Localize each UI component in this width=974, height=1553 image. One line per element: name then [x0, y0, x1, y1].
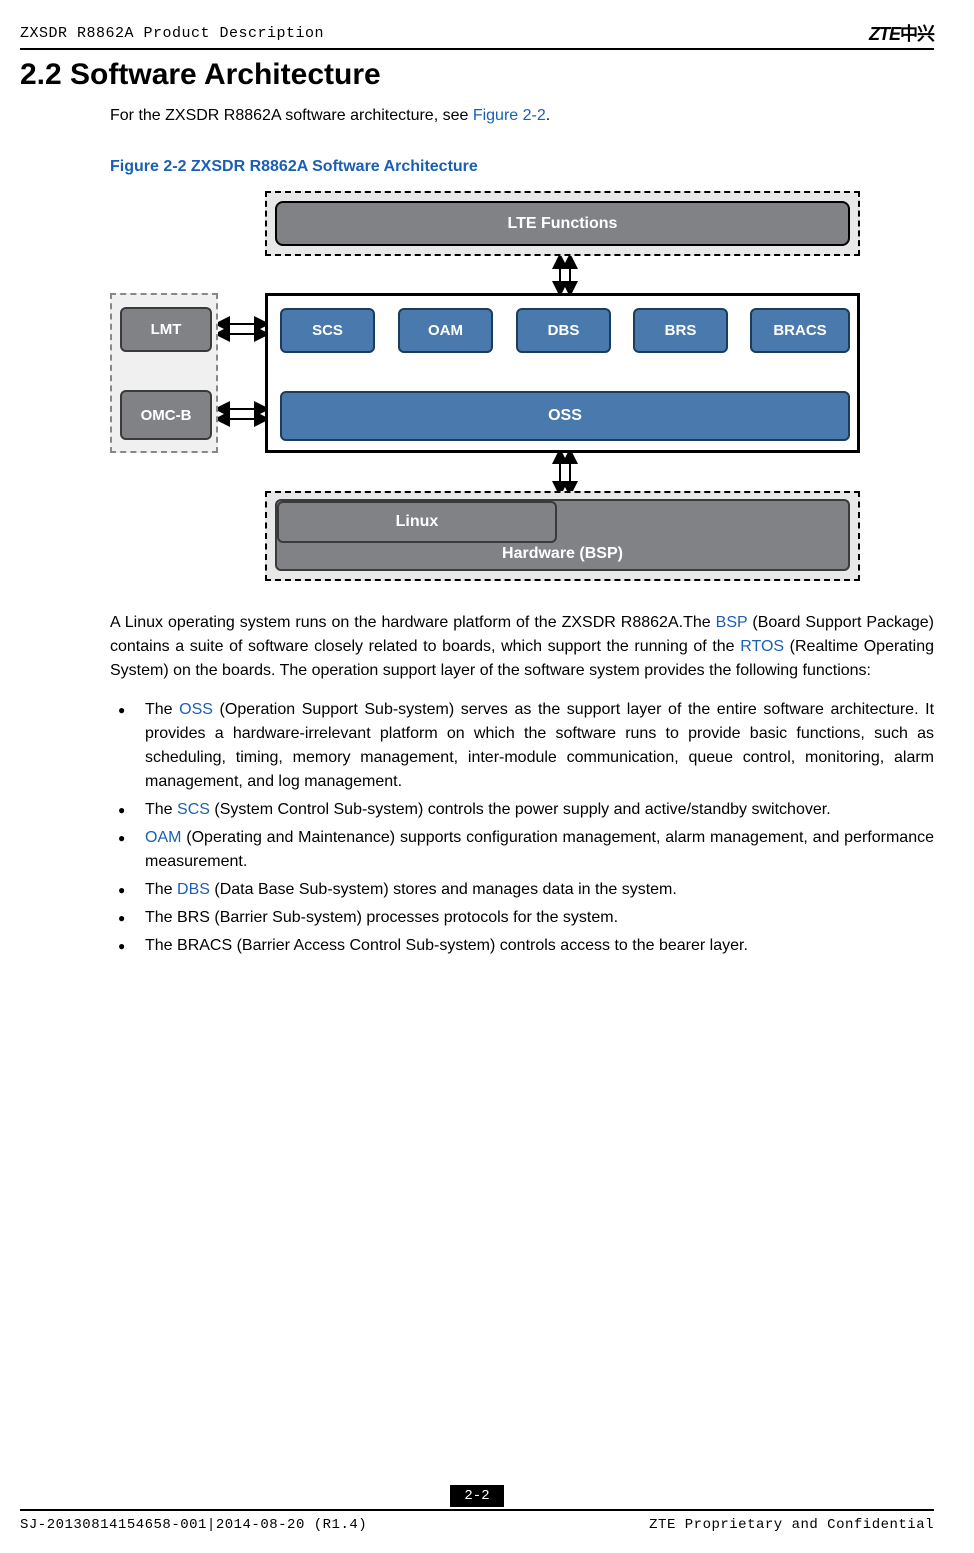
- oss-link[interactable]: OSS: [179, 701, 213, 718]
- omcb-box: OMC-B: [120, 390, 212, 440]
- figure-ref-link[interactable]: Figure 2-2: [473, 107, 546, 124]
- bullet-text: (Operation Support Sub-system) serves as…: [145, 701, 934, 790]
- brs-box: BRS: [633, 308, 728, 353]
- oss-box: OSS: [280, 391, 850, 441]
- scs-box: SCS: [280, 308, 375, 353]
- hardware-box: Linux Hardware (BSP): [275, 499, 850, 571]
- intro-post: .: [546, 107, 550, 124]
- footer-right: ZTE Proprietary and Confidential: [649, 1517, 934, 1533]
- page-number-wrap: 2-2: [20, 1485, 934, 1507]
- bullet-text: (Operating and Maintenance) supports con…: [145, 829, 934, 870]
- logo-text: ZTE: [869, 24, 900, 44]
- lte-functions-container: LTE Functions: [265, 191, 860, 256]
- bsp-link[interactable]: BSP: [716, 614, 748, 631]
- lmt-box: LMT: [120, 307, 212, 352]
- footer: 2-2 SJ-20130814154658-001|2014-08-20 (R1…: [20, 1485, 934, 1533]
- page-number: 2-2: [450, 1485, 503, 1507]
- list-item: The BRACS (Barrier Access Control Sub-sy…: [110, 934, 934, 958]
- logo-cn: 中兴: [900, 24, 934, 44]
- bracs-box: BRACS: [750, 308, 850, 353]
- hardware-label: Hardware (BSP): [277, 545, 848, 563]
- bullet-text: The: [145, 881, 177, 898]
- functions-list: The OSS (Operation Support Sub-system) s…: [110, 698, 934, 958]
- bullet-text: (Data Base Sub-system) stores and manage…: [210, 881, 677, 898]
- management-container: LMT OMC-B: [110, 293, 218, 453]
- footer-left: SJ-20130814154658-001|2014-08-20 (R1.4): [20, 1517, 367, 1533]
- dbs-link[interactable]: DBS: [177, 881, 210, 898]
- list-item: The BRS (Barrier Sub-system) processes p…: [110, 906, 934, 930]
- list-item: The OSS (Operation Support Sub-system) s…: [110, 698, 934, 794]
- oam-box: OAM: [398, 308, 493, 353]
- logo: ZTE中兴: [869, 20, 934, 46]
- para-text-1: A Linux operating system runs on the har…: [110, 614, 716, 631]
- architecture-diagram: LTE Functions LMT OMC-B SCS OAM DBS BRS …: [110, 191, 880, 586]
- intro-paragraph: For the ZXSDR R8862A software architectu…: [110, 104, 934, 128]
- figure-caption: Figure 2-2 ZXSDR R8862A Software Archite…: [110, 158, 934, 176]
- bullet-text: The: [145, 701, 179, 718]
- description-paragraph: A Linux operating system runs on the har…: [110, 611, 934, 683]
- lte-functions-box: LTE Functions: [275, 201, 850, 246]
- section-heading: 2.2 Software Architecture: [20, 58, 934, 92]
- oam-link[interactable]: OAM: [145, 829, 181, 846]
- footer-rule: [20, 1509, 934, 1511]
- list-item: The DBS (Data Base Sub-system) stores an…: [110, 878, 934, 902]
- document-title: ZXSDR R8862A Product Description: [20, 25, 324, 42]
- list-item: OAM (Operating and Maintenance) supports…: [110, 826, 934, 874]
- header-rule: [20, 48, 934, 50]
- figure: LTE Functions LMT OMC-B SCS OAM DBS BRS …: [110, 191, 934, 586]
- bullet-text: (System Control Sub-system) controls the…: [210, 801, 831, 818]
- rtos-link[interactable]: RTOS: [740, 638, 784, 655]
- subsystems-container: SCS OAM DBS BRS BRACS OSS: [265, 293, 860, 453]
- platform-container: Linux Hardware (BSP): [265, 491, 860, 581]
- list-item: The SCS (System Control Sub-system) cont…: [110, 798, 934, 822]
- scs-link[interactable]: SCS: [177, 801, 210, 818]
- linux-box: Linux: [277, 501, 557, 543]
- intro-pre: For the ZXSDR R8862A software architectu…: [110, 107, 473, 124]
- bullet-text: The: [145, 801, 177, 818]
- dbs-box: DBS: [516, 308, 611, 353]
